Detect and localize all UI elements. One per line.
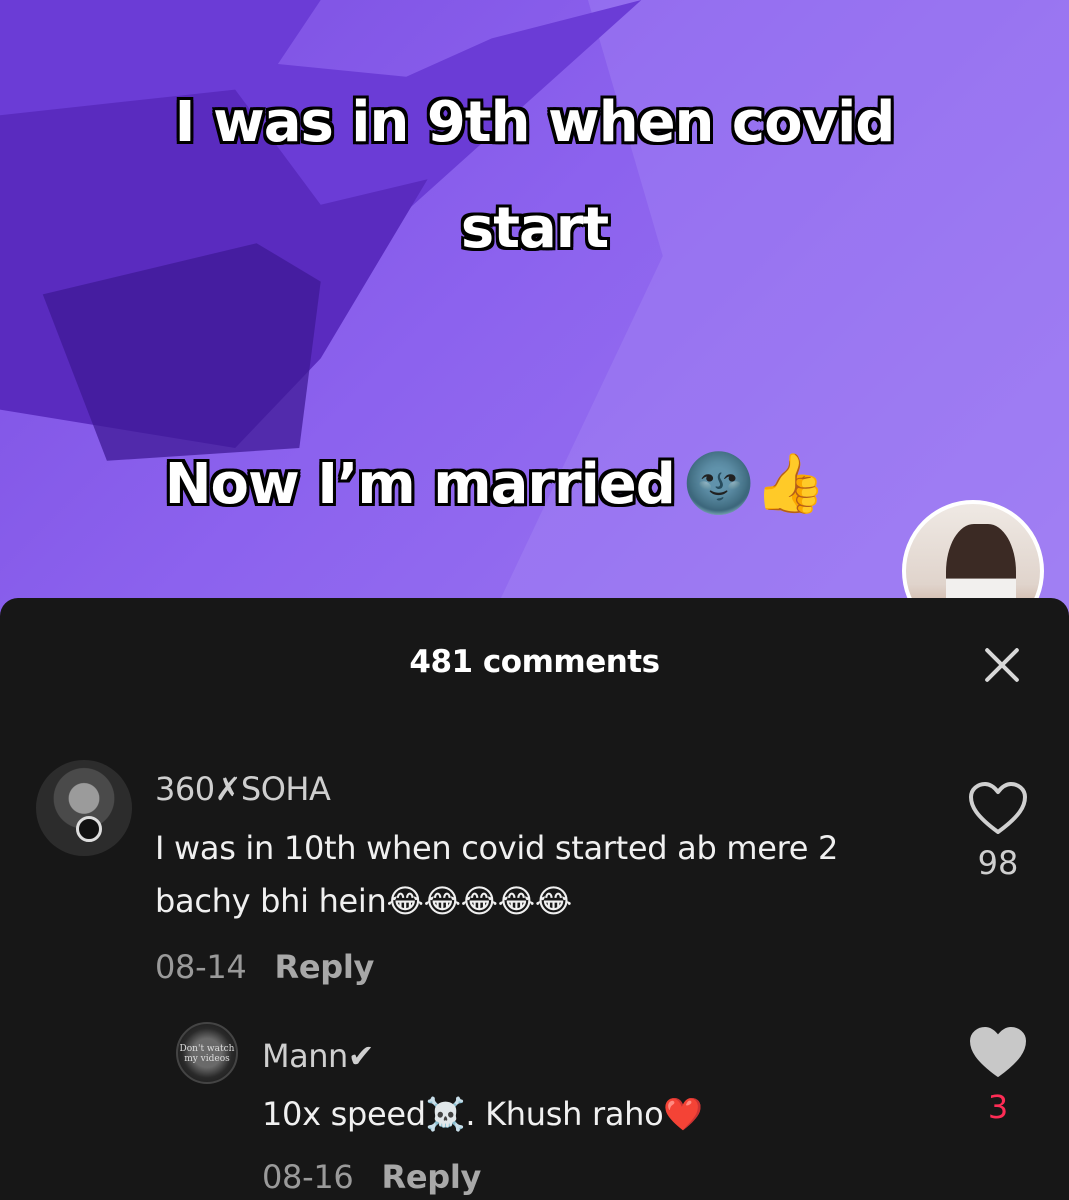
reply-button[interactable]: Reply bbox=[275, 948, 375, 986]
comment-date: 08-14 bbox=[155, 948, 247, 986]
commenter-avatar[interactable] bbox=[36, 760, 132, 856]
close-icon[interactable] bbox=[980, 642, 1024, 686]
reply-meta: 08-16 Reply bbox=[262, 1158, 481, 1196]
caption-emoji: 🌚👍 bbox=[682, 449, 826, 517]
reply-date: 08-16 bbox=[262, 1158, 354, 1196]
video-player[interactable]: I was in 9th when covid start Now I’m ma… bbox=[0, 0, 1069, 640]
avatar-text: Don't watch my videos bbox=[179, 1044, 235, 1064]
reply-username[interactable]: Mann✔ bbox=[262, 1037, 375, 1075]
heart-outline-icon[interactable] bbox=[968, 782, 1028, 836]
reply-text: 10x speed☠️. Khush raho❤️ bbox=[262, 1095, 703, 1133]
comment-meta: 08-14 Reply bbox=[155, 948, 374, 986]
comments-sheet: 481 comments 360✗SOHA I was in 10th when… bbox=[0, 598, 1069, 1200]
comment-text: I was in 10th when covid started ab mere… bbox=[155, 829, 839, 920]
reply-avatar[interactable]: Don't watch my videos bbox=[176, 1022, 238, 1084]
reply-button[interactable]: Reply bbox=[382, 1158, 482, 1196]
comments-count-title: 481 comments bbox=[409, 644, 660, 680]
comment-username[interactable]: 360✗SOHA bbox=[155, 770, 331, 808]
reply-like-count: 3 bbox=[987, 1088, 1009, 1126]
heart-filled-icon[interactable] bbox=[968, 1026, 1028, 1080]
camera-icon bbox=[76, 816, 102, 842]
video-caption-text: Now I’m married bbox=[164, 452, 676, 517]
video-caption-line-3: Now I’m married 🌚👍 bbox=[0, 449, 990, 517]
like-count: 98 bbox=[977, 844, 1019, 882]
video-caption-line-1: I was in 9th when covid bbox=[174, 90, 896, 155]
video-caption-line-2: start bbox=[460, 196, 609, 261]
